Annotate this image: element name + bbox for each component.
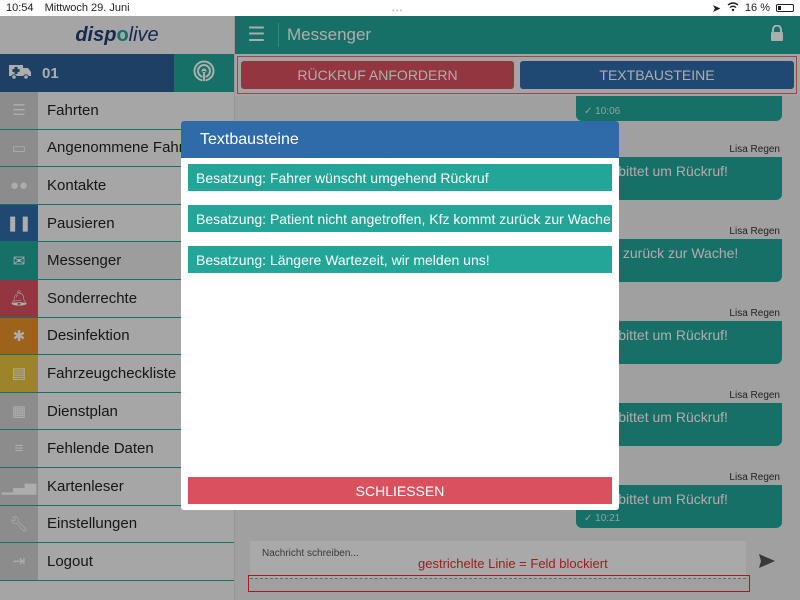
textbaustein-item[interactable]: Besatzung: Längere Wartezeit, wir melden…: [188, 246, 612, 273]
modal-title: Textbausteine: [181, 121, 619, 158]
status-bar: 10:54 Mittwoch 29. Juni ••• ➤ 16 %: [0, 0, 800, 16]
schliessen-button[interactable]: SCHLIESSEN: [188, 477, 612, 504]
status-time: 10:54: [6, 2, 34, 14]
battery-icon: [776, 4, 794, 12]
multitask-dots: •••: [392, 6, 404, 15]
status-date: Mittwoch 29. Juni: [44, 2, 130, 14]
textbaustein-item[interactable]: Besatzung: Patient nicht angetroffen, Kf…: [188, 205, 612, 232]
textbaustein-item[interactable]: Besatzung: Fahrer wünscht umgehend Rückr…: [188, 164, 612, 191]
battery-percent: 16 %: [744, 2, 770, 14]
textbausteine-modal: Textbausteine Besatzung: Fahrer wünscht …: [181, 121, 619, 510]
wifi-icon: [727, 1, 739, 15]
location-icon: ➤: [711, 2, 721, 15]
